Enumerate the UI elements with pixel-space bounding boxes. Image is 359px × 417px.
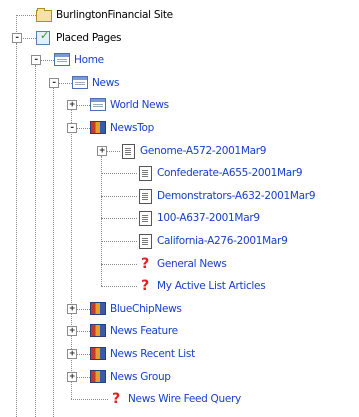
- tree-node-label[interactable]: News Recent List: [110, 348, 195, 360]
- tree-node[interactable]: ? General News: [137, 255, 227, 273]
- tree-node[interactable]: Confederate-A655-2001Mar9: [137, 164, 303, 182]
- tree-node-label[interactable]: My Active List Articles: [157, 280, 266, 292]
- expand-toggle[interactable]: +: [67, 372, 77, 382]
- tree-node-label[interactable]: News Group: [110, 371, 171, 383]
- placed-pages-icon: [36, 29, 52, 45]
- tree-node[interactable]: Genome-A572-2001Mar9: [120, 142, 266, 160]
- tree-connector-line: [53, 88, 54, 417]
- tree-node[interactable]: 100-A637-2001Mar9: [137, 209, 260, 227]
- tree-node-label[interactable]: News Feature: [110, 325, 178, 337]
- tree-node[interactable]: ? My Active List Articles: [137, 277, 266, 295]
- page-icon: [72, 76, 88, 90]
- collapse-toggle[interactable]: -: [12, 33, 22, 43]
- expand-toggle[interactable]: +: [67, 326, 77, 336]
- collapse-toggle[interactable]: -: [49, 78, 59, 88]
- page-icon: [90, 98, 106, 112]
- tree-node[interactable]: News Feature: [90, 322, 178, 340]
- tree-node-label[interactable]: Placed Pages: [56, 32, 122, 44]
- page-icon: [54, 53, 70, 67]
- tree-node-label[interactable]: BlueChipNews: [110, 303, 182, 315]
- tree-node[interactable]: News: [72, 74, 119, 92]
- document-icon: [137, 234, 153, 249]
- document-icon: [137, 166, 153, 181]
- tree-node-label[interactable]: Genome-A572-2001Mar9: [140, 145, 266, 157]
- tree-node-label[interactable]: BurlingtonFinancial Site: [56, 9, 173, 21]
- list-icon: [90, 121, 106, 135]
- document-icon: [137, 211, 153, 226]
- tree-node-label[interactable]: World News: [110, 99, 169, 111]
- expand-toggle[interactable]: +: [97, 146, 107, 156]
- tree-node[interactable]: World News: [90, 96, 169, 114]
- tree-node-label[interactable]: Demonstrators-A632-2001Mar9: [157, 190, 316, 202]
- tree-connector-branch: [101, 264, 137, 265]
- tree-connector-branch: [101, 173, 137, 174]
- expand-toggle[interactable]: +: [67, 349, 77, 359]
- tree-connector-line: [101, 156, 102, 286]
- tree-connector-branch: [16, 15, 36, 16]
- folder-icon: [36, 8, 52, 22]
- tree-connector-line: [16, 43, 17, 417]
- tree-connector-line: [35, 65, 36, 417]
- tree-connector-branch: [71, 399, 108, 400]
- tree-connector-branch: [101, 241, 137, 242]
- document-icon: [120, 144, 136, 159]
- tree-node[interactable]: Placed Pages: [36, 29, 122, 47]
- tree-node-label[interactable]: Home: [74, 54, 104, 66]
- question-icon: ?: [141, 278, 149, 294]
- question-icon: ?: [141, 256, 149, 272]
- content-tree: BurlingtonFinancial Site Placed Pages - Hom…: [0, 0, 359, 417]
- tree-connector-branch: [101, 286, 137, 287]
- expand-toggle[interactable]: +: [67, 100, 77, 110]
- tree-node[interactable]: ? News Wire Feed Query: [108, 390, 241, 408]
- tree-node[interactable]: BlueChipNews: [90, 300, 182, 318]
- tree-node-label[interactable]: California-A276-2001Mar9: [157, 235, 288, 247]
- tree-node[interactable]: NewsTop: [90, 119, 154, 137]
- tree-node[interactable]: News Group: [90, 368, 171, 386]
- collapse-toggle[interactable]: -: [31, 55, 41, 65]
- list-icon: [90, 324, 106, 338]
- tree-node-label[interactable]: NewsTop: [110, 122, 154, 134]
- tree-node[interactable]: News Recent List: [90, 345, 195, 363]
- tree-node-label[interactable]: News Wire Feed Query: [128, 393, 241, 405]
- tree-node[interactable]: BurlingtonFinancial Site: [36, 6, 173, 24]
- tree-node[interactable]: California-A276-2001Mar9: [137, 232, 288, 250]
- tree-node-label[interactable]: News: [92, 77, 119, 89]
- document-icon: [137, 189, 153, 204]
- tree-node[interactable]: Home: [54, 51, 104, 69]
- list-icon: [90, 370, 106, 384]
- tree-connector-branch: [101, 218, 137, 219]
- tree-node[interactable]: Demonstrators-A632-2001Mar9: [137, 187, 316, 205]
- list-icon: [90, 302, 106, 316]
- tree-node-label[interactable]: Confederate-A655-2001Mar9: [157, 167, 303, 179]
- expand-toggle[interactable]: +: [67, 304, 77, 314]
- tree-node-label[interactable]: 100-A637-2001Mar9: [157, 212, 260, 224]
- tree-node-label[interactable]: General News: [157, 258, 227, 270]
- tree-connector-branch: [101, 196, 137, 197]
- list-icon: [90, 347, 106, 361]
- question-icon: ?: [112, 391, 120, 407]
- collapse-toggle[interactable]: -: [67, 123, 77, 133]
